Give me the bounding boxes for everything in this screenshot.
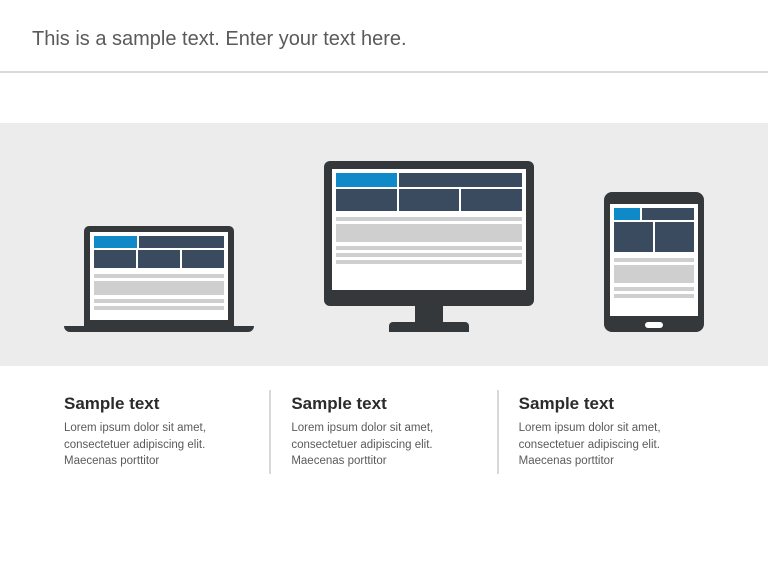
- caption-body: Lorem ipsum dolor sit amet, consectetuer…: [64, 420, 249, 470]
- caption-body: Lorem ipsum dolor sit amet, consectetuer…: [291, 420, 476, 470]
- header-bar: This is a sample text. Enter your text h…: [0, 0, 768, 73]
- laptop-base: [64, 326, 254, 332]
- tablet-content: [610, 204, 698, 316]
- laptop-content: [90, 232, 228, 320]
- caption-title: Sample text: [291, 394, 476, 414]
- desktop-screen: [324, 161, 534, 306]
- laptop-icon: [64, 226, 254, 332]
- page-title: This is a sample text. Enter your text h…: [32, 28, 736, 51]
- tablet-icon: [604, 192, 704, 332]
- desktop-content: [332, 169, 526, 290]
- desktop-stand-neck: [415, 306, 443, 322]
- caption-column: Sample text Lorem ipsum dolor sit amet, …: [497, 390, 724, 474]
- caption-title: Sample text: [64, 394, 249, 414]
- caption-column: Sample text Lorem ipsum dolor sit amet, …: [269, 390, 496, 474]
- devices-band: [0, 123, 768, 366]
- tablet-home-button: [645, 322, 663, 328]
- caption-body: Lorem ipsum dolor sit amet, consectetuer…: [519, 420, 704, 470]
- desktop-stand-foot: [389, 322, 469, 332]
- desktop-monitor-icon: [324, 161, 534, 332]
- caption-title: Sample text: [519, 394, 704, 414]
- laptop-screen: [84, 226, 234, 326]
- caption-column: Sample text Lorem ipsum dolor sit amet, …: [44, 390, 269, 474]
- captions-row: Sample text Lorem ipsum dolor sit amet, …: [0, 366, 768, 474]
